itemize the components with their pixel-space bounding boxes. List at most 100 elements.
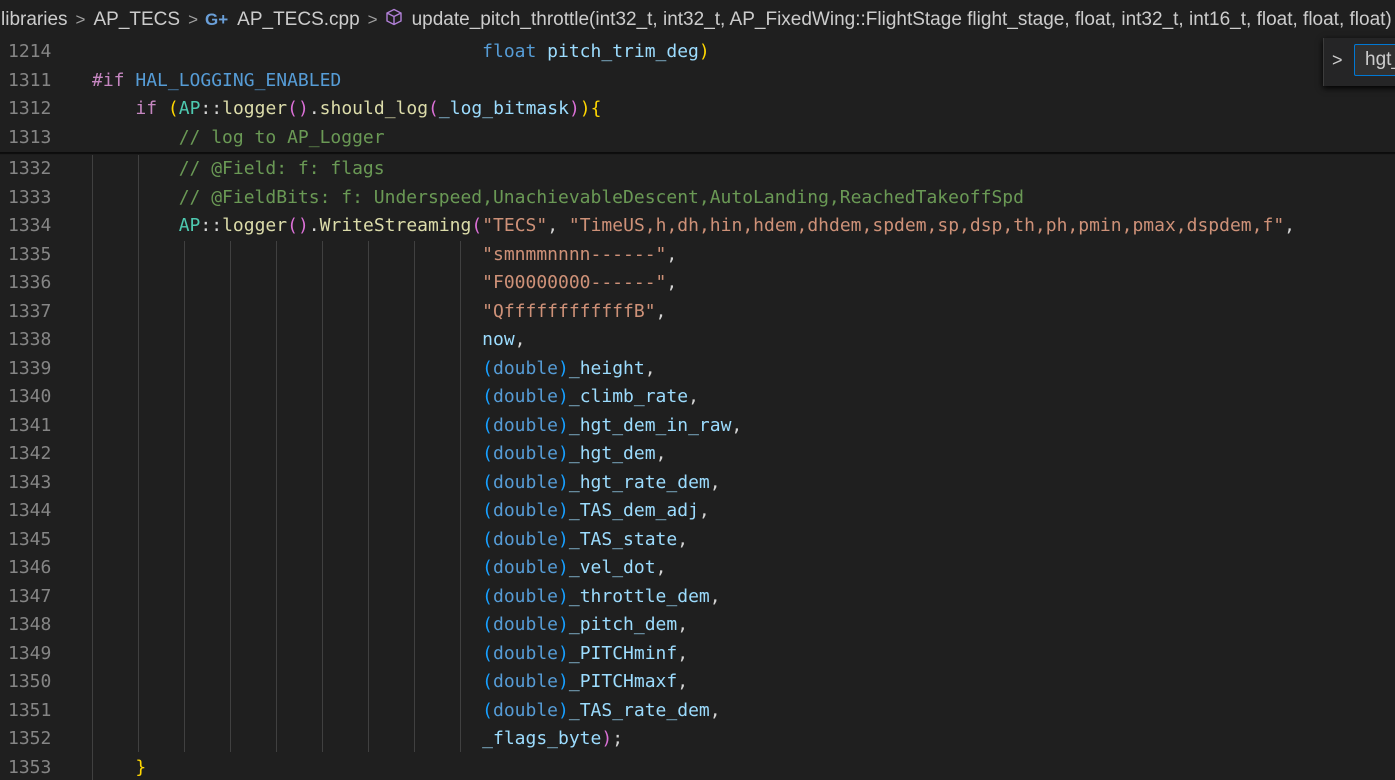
code-line[interactable]: 1344 (double)_TAS_dem_adj, [0, 497, 1395, 526]
code-line[interactable]: 1347 (double)_throttle_dem, [0, 583, 1395, 612]
breadcrumb-folder-ap-tecs[interactable]: AP_TECS [92, 9, 181, 31]
code-token: :: [200, 215, 223, 236]
code-line[interactable]: 1312 if (AP::logger().should_log(_log_bi… [0, 95, 1395, 124]
code-line[interactable]: 1343 (double)_hgt_rate_dem, [0, 469, 1395, 498]
code-token: ( [482, 443, 493, 464]
code-token: , [547, 215, 569, 236]
breadcrumb-symbol[interactable]: update_pitch_throttle(int32_t, int32_t, … [411, 9, 1393, 31]
code-token: _hgt_rate_dem [568, 471, 710, 493]
code-line[interactable]: 1337 "QffffffffffffB", [0, 298, 1395, 327]
line-number: 1340 [8, 386, 52, 407]
code-line[interactable]: 1336 "F00000000------", [0, 269, 1395, 298]
code-token: _PITCHminf [568, 642, 678, 664]
chevron-right-icon[interactable]: > [1332, 50, 1343, 71]
line-code: "QffffffffffffB", [92, 298, 666, 327]
code-token: _TAS_dem_adj [568, 500, 699, 521]
code-line[interactable]: 1342 (double)_hgt_dem, [0, 440, 1395, 469]
line-number: 1341 [8, 414, 52, 436]
code-token: () [287, 98, 309, 119]
indent-guide [276, 241, 277, 752]
line-code: // log to AP_Logger [92, 124, 385, 153]
code-line[interactable]: 1214 float pitch_trim_deg) [0, 38, 1395, 67]
code-line[interactable]: 1338 now, [0, 326, 1395, 355]
code-line[interactable]: 1341 (double)_hgt_dem_in_raw, [0, 412, 1395, 441]
code-line[interactable]: 1335 "smnmmnnnn------", [0, 241, 1395, 270]
line-number: 1313 [8, 126, 52, 148]
code-token: ) [558, 471, 569, 493]
code-line[interactable]: 1313 // log to AP_Logger [0, 124, 1395, 153]
code-token: ( [167, 98, 179, 119]
code-editor[interactable]: 1332 // @Field: f: flags 1333 // @FieldBi… [0, 155, 1395, 780]
line-number: 1344 [8, 500, 52, 521]
code-line[interactable]: 1353 } [0, 754, 1395, 780]
code-token: ) [579, 98, 591, 119]
code-token: AP [178, 215, 201, 236]
line-number: 1333 [8, 186, 52, 208]
code-token: ) [558, 557, 569, 578]
code-token: "F00000000------" [482, 272, 667, 293]
code-line[interactable]: 1340 (double)_climb_rate, [0, 383, 1395, 412]
line-code: (double)_TAS_state, [92, 526, 688, 555]
chevron-right-icon: > [188, 10, 198, 29]
code-token: ; [612, 728, 624, 749]
code-token: _throttle_dem [568, 585, 710, 607]
line-code: (double)_height, [92, 355, 655, 384]
code-token: _flags_byte [482, 728, 602, 749]
code-token: ) [568, 98, 580, 119]
code-token: ( [482, 386, 493, 407]
code-line[interactable]: 1339 (double)_height, [0, 355, 1395, 384]
line-code: (double)_pitch_dem, [92, 611, 688, 640]
code-line[interactable]: 1345 (double)_TAS_state, [0, 526, 1395, 555]
sticky-scroll-header[interactable]: 1214 float pitch_trim_deg) 1311 #if HAL_LO… [0, 38, 1395, 154]
code-token: // @FieldBits: f: Underspeed,Unachievabl… [178, 186, 1024, 208]
code-line[interactable]: 1311 #if HAL_LOGGING_ENABLED [0, 67, 1395, 96]
line-number: 1351 [8, 699, 52, 721]
code-token: "smnmmnnnn------" [482, 243, 667, 265]
line-code: (double)_PITCHmaxf, [92, 668, 688, 697]
find-input[interactable]: hgt_ [1354, 44, 1395, 76]
code-line[interactable]: 1349 (double)_PITCHminf, [0, 640, 1395, 669]
code-token: now [482, 329, 515, 350]
code-token: _TAS_rate_dem [568, 699, 710, 721]
code-token: _log_bitmask [438, 98, 569, 119]
code-line[interactable]: 1333 // @FieldBits: f: Underspeed,Unachi… [0, 184, 1395, 213]
code-token: double [492, 443, 559, 464]
line-number: 1348 [8, 614, 52, 635]
line-code: (double)_hgt_rate_dem, [92, 469, 720, 498]
line-number: 1337 [8, 300, 52, 322]
code-token: . [308, 98, 320, 119]
code-token: , [698, 500, 710, 521]
code-token: _climb_rate [568, 386, 689, 407]
code-token: ) [558, 671, 569, 692]
code-token: ( [471, 215, 483, 236]
code-token: , [666, 243, 678, 265]
code-token: // log to AP_Logger [178, 126, 385, 148]
code-line[interactable]: 1334 AP::logger().WriteStreaming("TECS",… [0, 212, 1395, 241]
code-token: logger [222, 215, 288, 236]
code-line[interactable]: 1346 (double)_vel_dot, [0, 554, 1395, 583]
line-code: "smnmmnnnn------", [92, 241, 677, 270]
code-token: ( [428, 98, 439, 119]
code-line[interactable]: 1350 (double)_PITCHmaxf, [0, 668, 1395, 697]
code-token: #if [92, 69, 125, 91]
line-code: (double)_TAS_rate_dem, [92, 697, 720, 726]
line-code: float pitch_trim_deg) [92, 38, 710, 67]
code-token: "TimeUS,h,dh,hin,hdem,dhdem,spdem,sp,dsp… [568, 215, 1285, 236]
code-line[interactable]: 1352 _flags_byte); [0, 725, 1395, 754]
code-token: double [492, 699, 559, 721]
code-line[interactable]: 1351 (double)_TAS_rate_dem, [0, 697, 1395, 726]
breadcrumb-folder-libraries[interactable]: libraries [0, 9, 69, 31]
code-line[interactable]: 1348 (double)_pitch_dem, [0, 611, 1395, 640]
code-line[interactable]: 1332 // @Field: f: flags [0, 155, 1395, 184]
line-number: 1214 [8, 41, 52, 62]
breadcrumb-file[interactable]: AP_TECS.cpp [236, 9, 361, 31]
